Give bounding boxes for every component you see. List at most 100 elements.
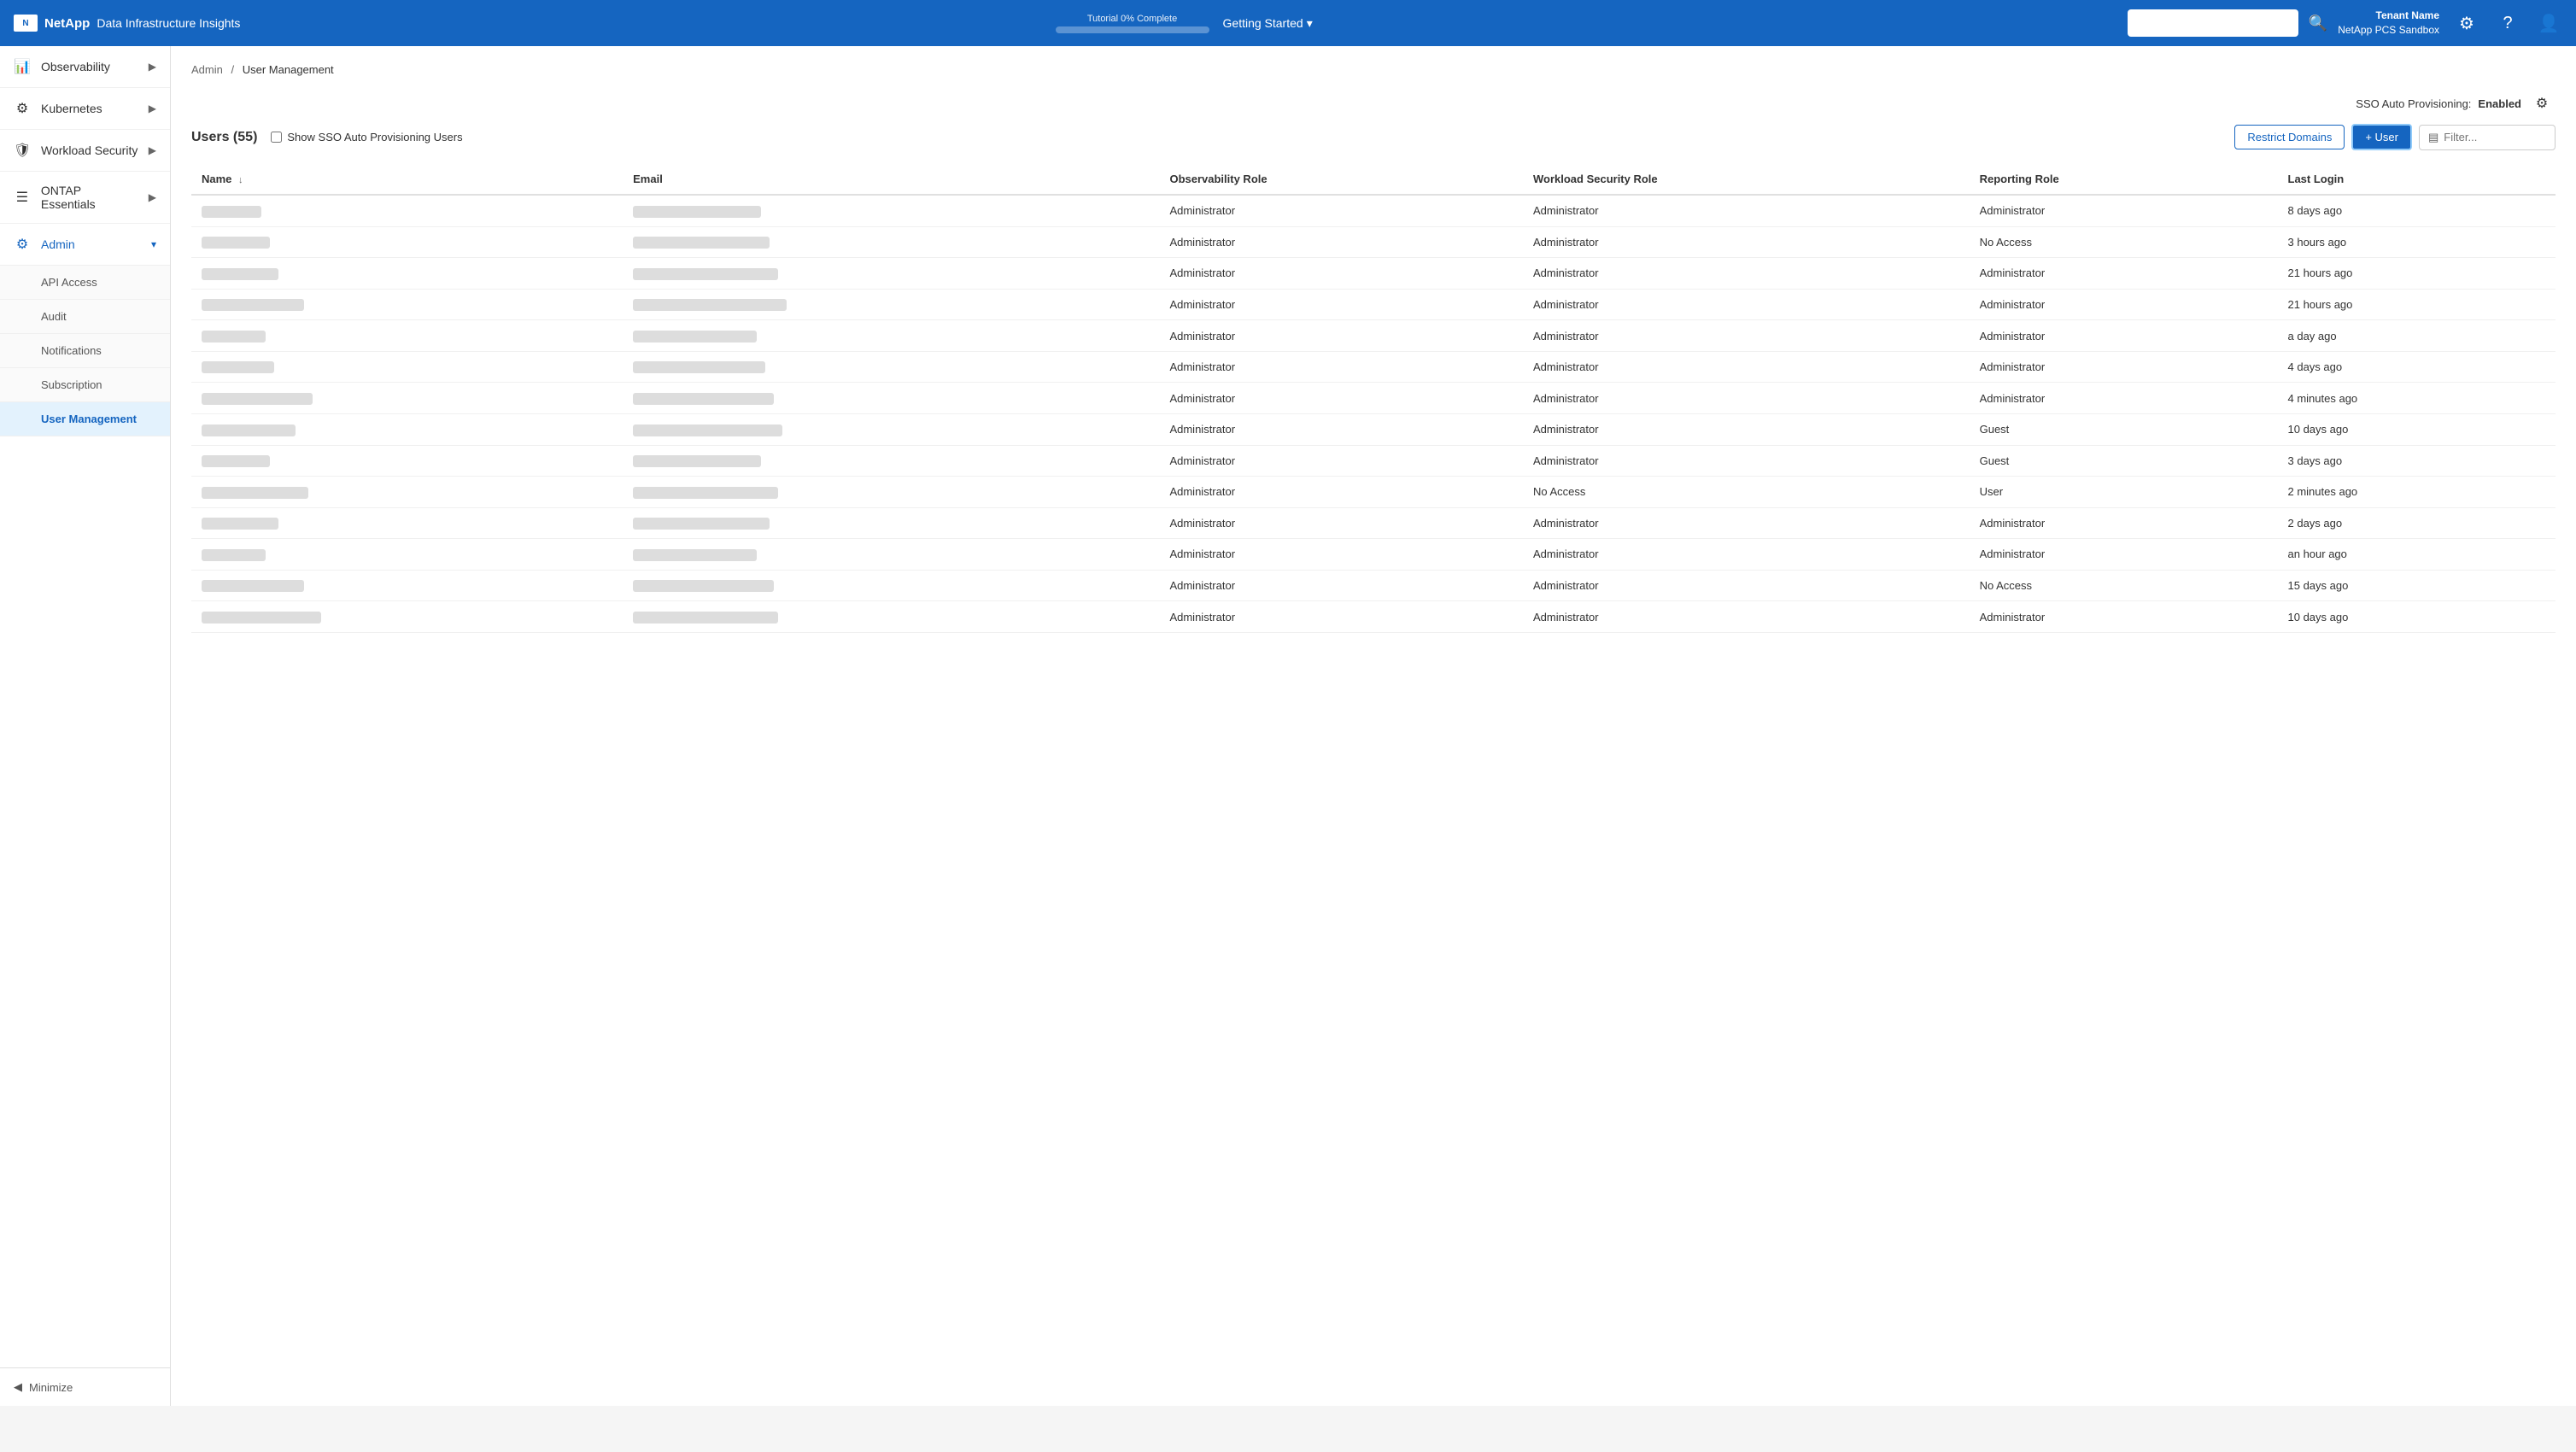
show-sso-checkbox-label[interactable]: Show SSO Auto Provisioning Users (271, 131, 462, 143)
tenant-sub: NetApp PCS Sandbox (2338, 23, 2439, 38)
search-icon[interactable]: 🔍 (2309, 15, 2327, 32)
col-ws-role[interactable]: Workload Security Role (1523, 164, 1970, 195)
main-layout: 📊 Observability ▶ ⚙ Kubernetes ▶ 🛡 Workl… (0, 46, 2576, 1406)
table-row[interactable]: █████ ██████████ Administrator No Access… (191, 477, 2556, 508)
cell-rep-role: Administrator (1970, 383, 2278, 414)
sidebar-observability-label: Observability (41, 60, 110, 73)
table-row[interactable]: █████ ██████████ Administrator Administr… (191, 351, 2556, 383)
blurred-email: ██████████ (633, 237, 770, 249)
sidebar-item-audit[interactable]: Audit (0, 300, 170, 334)
sidebar-item-user-management[interactable]: User Management (0, 402, 170, 436)
show-sso-text: Show SSO Auto Provisioning Users (287, 131, 462, 143)
cell-email: ██████████ (623, 351, 1159, 383)
users-count: 55 (237, 130, 253, 144)
table-row[interactable]: █████ ██████████ Administrator Administr… (191, 289, 2556, 320)
blurred-name: █████ (202, 424, 296, 436)
sidebar-item-notifications[interactable]: Notifications (0, 334, 170, 368)
table-row[interactable]: █████ ██████████ Administrator Administr… (191, 258, 2556, 290)
breadcrumb-current: User Management (243, 63, 334, 76)
table-row[interactable]: █████ ██████████ Administrator Administr… (191, 539, 2556, 571)
cell-ws-role: Administrator (1523, 601, 1970, 633)
chevron-right-icon-ontap: ▶ (149, 191, 156, 203)
chevron-right-icon-k8s: ▶ (149, 102, 156, 114)
table-row[interactable]: █████ ██████████ Administrator Administr… (191, 601, 2556, 633)
table-row[interactable]: █████ ██████████ Administrator Administr… (191, 195, 2556, 226)
blurred-name: █████ (202, 299, 304, 311)
cell-obs-role: Administrator (1159, 289, 1523, 320)
sidebar-item-workload-security[interactable]: 🛡 Workload Security ▶ (0, 130, 170, 172)
filter-input[interactable] (2444, 131, 2546, 143)
cell-email: ██████████ (623, 320, 1159, 352)
sidebar-item-subscription[interactable]: Subscription (0, 368, 170, 402)
cell-obs-role: Administrator (1159, 413, 1523, 445)
cell-obs-role: Administrator (1159, 507, 1523, 539)
sidebar-item-kubernetes[interactable]: ⚙ Kubernetes ▶ (0, 88, 170, 130)
database-icon: ☰ (14, 189, 31, 206)
users-title: Users (55) (191, 130, 257, 145)
table-row[interactable]: █████ ██████████ Administrator Administr… (191, 413, 2556, 445)
col-obs-role[interactable]: Observability Role (1159, 164, 1523, 195)
sso-settings-button[interactable]: ⚙ (2528, 90, 2556, 117)
tutorial-progress-bar[interactable] (1056, 26, 1209, 33)
sidebar-item-admin[interactable]: ⚙ Admin ▾ (0, 224, 170, 266)
cell-obs-role: Administrator (1159, 351, 1523, 383)
cell-email: ██████████ (623, 289, 1159, 320)
cell-email: ██████████ (623, 477, 1159, 508)
table-row[interactable]: █████ ██████████ Administrator Administr… (191, 383, 2556, 414)
audit-label: Audit (41, 310, 67, 323)
user-account-button[interactable]: 👤 (2535, 9, 2562, 37)
sidebar-kubernetes-label: Kubernetes (41, 102, 102, 115)
cell-last-login: 3 hours ago (2278, 226, 2556, 258)
filter-icon: ▤ (2428, 131, 2438, 144)
cell-name: █████ (191, 351, 623, 383)
cell-ws-role: Administrator (1523, 570, 1970, 601)
col-email[interactable]: Email (623, 164, 1159, 195)
table-row[interactable]: █████ ██████████ Administrator Administr… (191, 570, 2556, 601)
cell-email: ██████████ (623, 507, 1159, 539)
subscription-label: Subscription (41, 378, 102, 391)
sidebar-minimize[interactable]: ◀ Minimize (0, 1367, 170, 1406)
blurred-name: █████ (202, 206, 261, 218)
header-right: Tenant Name NetApp PCS Sandbox ⚙ ? 👤 (2338, 9, 2562, 38)
blurred-name: █████ (202, 393, 313, 405)
global-search-input[interactable] (2128, 9, 2298, 37)
cell-last-login: 15 days ago (2278, 570, 2556, 601)
sidebar-item-ontap-essentials[interactable]: ☰ ONTAP Essentials ▶ (0, 172, 170, 224)
cell-obs-role: Administrator (1159, 539, 1523, 571)
show-sso-checkbox[interactable] (271, 132, 282, 143)
bar-chart-icon: 📊 (14, 58, 31, 75)
sidebar-ontap-label: ONTAP Essentials (41, 184, 138, 211)
sidebar-item-api-access[interactable]: API Access (0, 266, 170, 300)
cell-name: █████ (191, 320, 623, 352)
cell-email: ██████████ (623, 226, 1159, 258)
settings-button[interactable]: ⚙ (2453, 9, 2480, 37)
cell-name: █████ (191, 383, 623, 414)
blurred-email: ██████████ (633, 455, 761, 467)
blurred-email: ██████████ (633, 424, 782, 436)
cell-name: █████ (191, 570, 623, 601)
sidebar-item-observability[interactable]: 📊 Observability ▶ (0, 46, 170, 88)
shield-icon: 🛡 (14, 142, 31, 159)
add-user-button[interactable]: + User (2351, 124, 2412, 150)
col-name[interactable]: Name ↓ (191, 164, 623, 195)
cell-rep-role: Guest (1970, 413, 2278, 445)
help-button[interactable]: ? (2494, 9, 2521, 37)
cell-ws-role: Administrator (1523, 507, 1970, 539)
tenant-name: Tenant Name (2338, 9, 2439, 23)
table-row[interactable]: █████ ██████████ Administrator Administr… (191, 507, 2556, 539)
cell-last-login: 4 days ago (2278, 351, 2556, 383)
users-actions: Restrict Domains + User ▤ (2234, 124, 2556, 150)
breadcrumb-parent[interactable]: Admin (191, 63, 223, 76)
netapp-logo-icon: N (14, 15, 38, 32)
table-row[interactable]: █████ ██████████ Administrator Administr… (191, 320, 2556, 352)
getting-started-button[interactable]: Getting Started ▾ (1223, 16, 1313, 31)
blurred-name: █████ (202, 268, 278, 280)
cell-rep-role: Administrator (1970, 539, 2278, 571)
cell-rep-role: Administrator (1970, 507, 2278, 539)
col-rep-role[interactable]: Reporting Role (1970, 164, 2278, 195)
table-row[interactable]: █████ ██████████ Administrator Administr… (191, 445, 2556, 477)
restrict-domains-button[interactable]: Restrict Domains (2234, 125, 2345, 149)
cell-email: ██████████ (623, 413, 1159, 445)
table-row[interactable]: █████ ██████████ Administrator Administr… (191, 226, 2556, 258)
col-last-login[interactable]: Last Login (2278, 164, 2556, 195)
